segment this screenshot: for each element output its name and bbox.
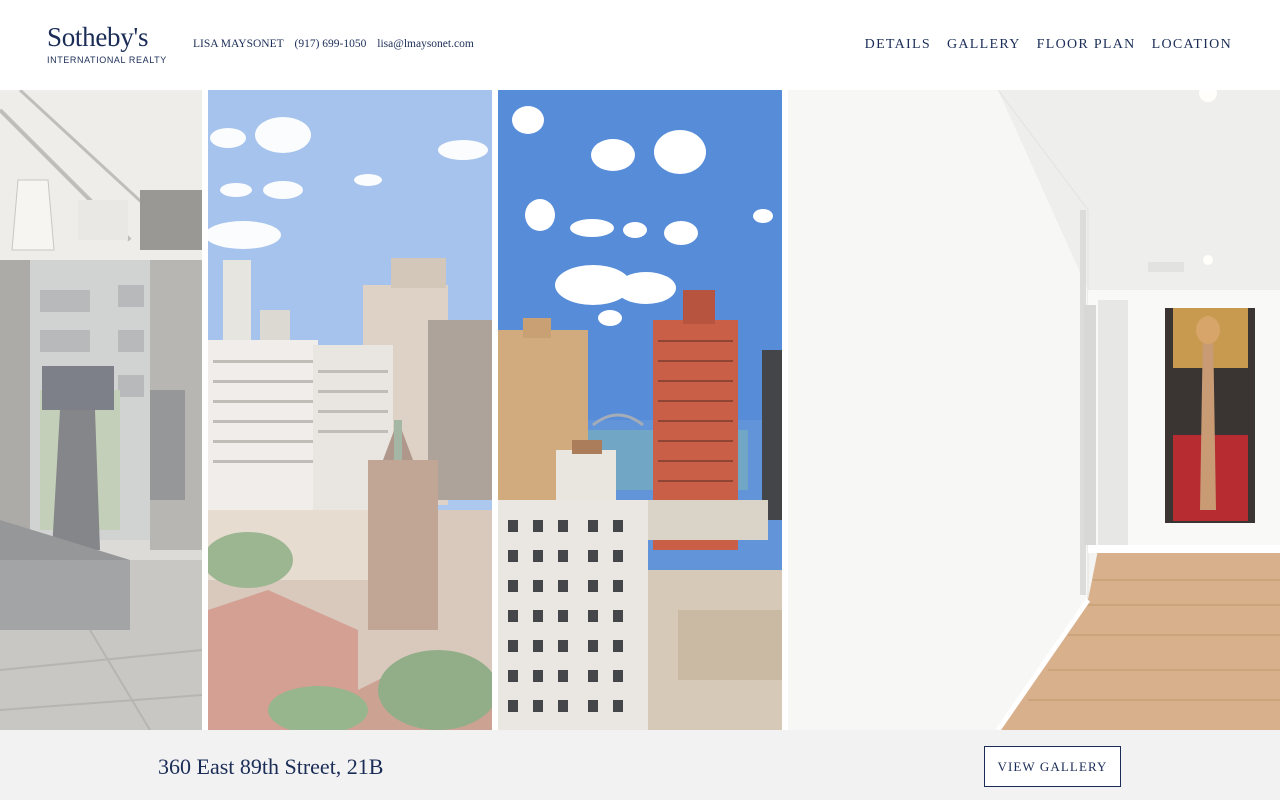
logo-subtitle: INTERNATIONAL REALTY: [47, 55, 167, 65]
photo-hallway[interactable]: [788, 90, 1280, 730]
hallway-image: [788, 90, 1280, 730]
logo[interactable]: Sotheby's INTERNATIONAL REALTY: [47, 22, 167, 65]
gym-image: [0, 90, 202, 730]
agent-contact: LISA MAYSONET (917) 699-1050 lisa@lmayso…: [193, 38, 474, 50]
nav-gallery[interactable]: GALLERY: [947, 37, 1021, 53]
photo-river-view[interactable]: [498, 90, 782, 730]
site-header: Sotheby's INTERNATIONAL REALTY LISA MAYS…: [0, 0, 1280, 90]
river-view-image: [498, 90, 782, 730]
logo-wordmark: Sotheby's: [47, 22, 149, 52]
nav-details[interactable]: DETAILS: [865, 37, 931, 53]
agent-name: LISA MAYSONET: [193, 38, 284, 50]
main-nav: DETAILS GALLERY FLOOR PLAN LOCATION: [865, 37, 1232, 53]
view-gallery-button[interactable]: VIEW GALLERY: [984, 746, 1121, 787]
photo-city-view[interactable]: [208, 90, 492, 730]
agent-email-link[interactable]: lisa@lmaysonet.com: [377, 38, 474, 50]
nav-floor-plan[interactable]: FLOOR PLAN: [1037, 37, 1136, 53]
photo-gym[interactable]: [0, 90, 202, 730]
listing-address: 360 East 89th Street, 21B: [158, 754, 384, 779]
listing-bar: 360 East 89th Street, 21B VIEW GALLERY: [0, 730, 1280, 800]
agent-phone-link[interactable]: (917) 699-1050: [295, 38, 367, 50]
nav-location[interactable]: LOCATION: [1152, 37, 1232, 53]
city-view-image: [208, 90, 492, 730]
photo-strip: [0, 90, 1280, 730]
